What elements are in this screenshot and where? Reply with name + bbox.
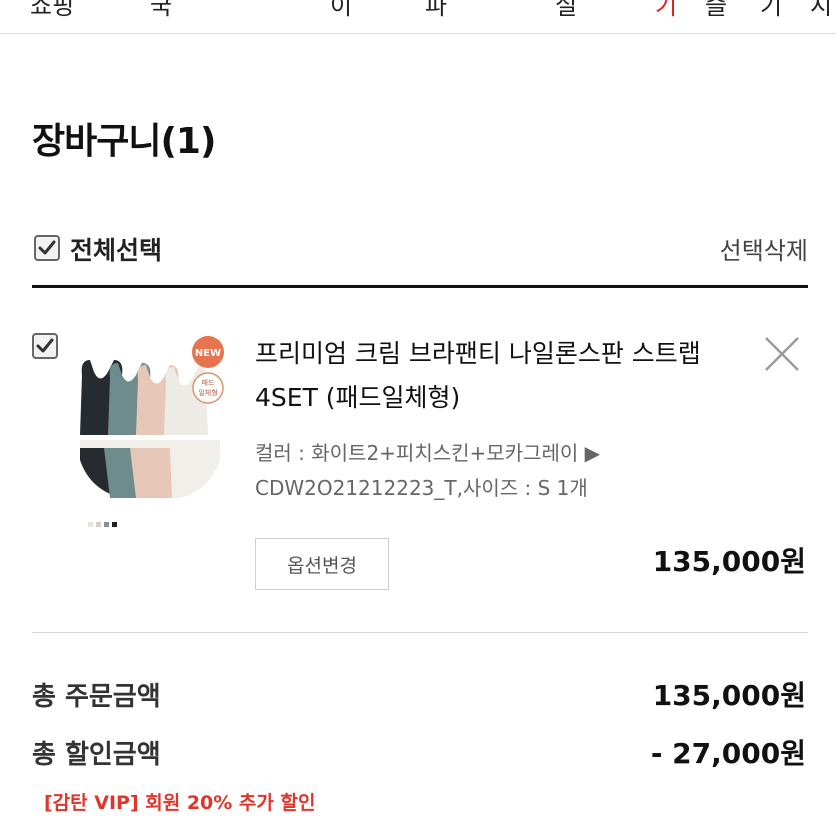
nav-fragment[interactable]: 즐	[705, 0, 727, 21]
nav-fragment[interactable]: 국	[150, 0, 172, 21]
color-swatch	[88, 522, 93, 527]
divider	[32, 285, 808, 288]
checkmark-icon	[38, 240, 56, 255]
close-icon[interactable]	[764, 336, 800, 376]
select-all-checkbox[interactable]	[34, 235, 60, 261]
nav-fragment[interactable]: 실	[555, 0, 577, 21]
total-order-label: 총 주문금액	[32, 682, 161, 712]
total-order-value: 135,000원	[652, 679, 806, 712]
nav-fragment[interactable]: 기	[760, 0, 782, 21]
type-badge-line1: 패드	[202, 378, 215, 387]
checkmark-icon	[36, 338, 54, 353]
item-checkbox[interactable]	[32, 333, 58, 359]
delete-selected-button[interactable]: 선택삭제	[720, 231, 808, 266]
cart-page: 쇼핑 국 이 파 실 기 즐 기 시 장바구니(1) 전체선택 선택삭제 NEW…	[0, 0, 836, 836]
change-option-button[interactable]: 옵션변경	[255, 538, 389, 590]
color-swatch	[104, 522, 109, 527]
product-image: NEW 패드 일체형	[80, 336, 224, 527]
color-swatch	[112, 522, 117, 527]
select-all-row: 전체선택 선택삭제	[32, 225, 808, 271]
type-badge-line2: 일체형	[198, 388, 217, 397]
nav-fragment-active[interactable]: 기	[655, 0, 677, 21]
total-discount-label: 총 할인금액	[32, 740, 161, 770]
product-option: 컬러 : 화이트2+피치스킨+모카그레이 ▶ CDW2O21212223_T,사…	[255, 436, 675, 506]
nav-fragment[interactable]: 파	[425, 0, 447, 21]
nav-fragment[interactable]: 시	[810, 0, 832, 21]
product-name[interactable]: 프리미엄 크림 브라팬티 나일론스판 스트랩 4SET (패드일체형)	[255, 332, 705, 420]
new-badge: NEW	[195, 348, 221, 359]
option-line-size: CDW2O21212223_T,사이즈 : S 1개	[255, 476, 588, 500]
nav-fragment[interactable]: 이	[330, 0, 352, 21]
nav-fragment[interactable]: 쇼핑	[30, 0, 74, 21]
select-all-label[interactable]: 전체선택	[70, 231, 162, 267]
total-discount-value: - 27,000원	[650, 737, 806, 770]
divider	[32, 632, 808, 633]
option-line-color: 컬러 : 화이트2+피치스킨+모카그레이 ▶	[255, 441, 601, 465]
promo-text: [감탄 VIP] 회원 20% 추가 할인	[44, 792, 316, 814]
color-swatch	[96, 522, 101, 527]
top-navigation: 쇼핑 국 이 파 실 기 즐 기 시	[0, 0, 836, 34]
item-price: 135,000원	[652, 545, 806, 578]
page-title: 장바구니(1)	[32, 121, 216, 162]
product-thumbnail[interactable]: NEW 패드 일체형	[70, 330, 230, 530]
